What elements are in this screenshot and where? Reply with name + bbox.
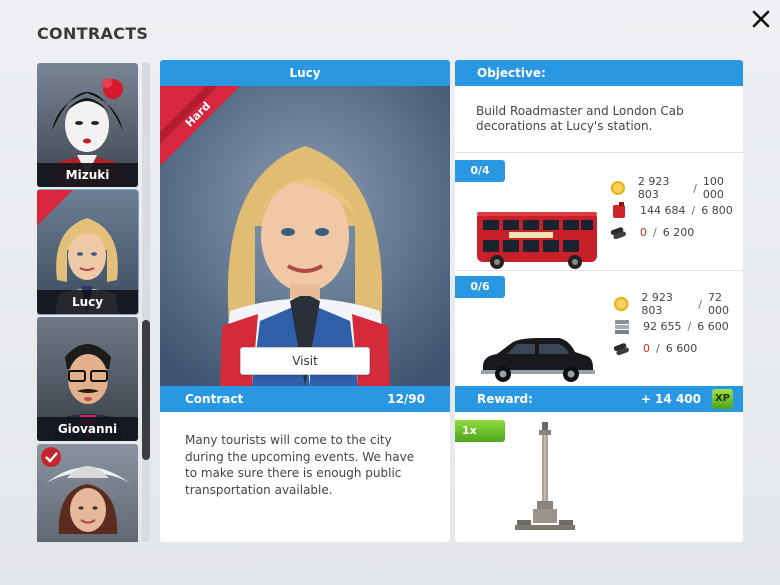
sidebar-scrollbar-track[interactable]	[142, 62, 150, 542]
reward-bar: Reward: + 14 400 XP	[455, 386, 743, 412]
resource-current: 0	[640, 225, 647, 239]
resource-current: 144 684	[640, 203, 686, 217]
character-card-lucy[interactable]: Lucy	[37, 189, 139, 315]
resource-required: 6 800	[701, 203, 733, 217]
column-monument-icon	[515, 422, 575, 530]
contract-progress-bar: Contract 12/90	[160, 386, 450, 412]
coin-icon	[610, 180, 625, 196]
fuel-canister-icon	[613, 202, 625, 218]
objective-panel: Objective: Build Roadmaster and London C…	[455, 60, 743, 542]
reward-label: Reward:	[477, 392, 533, 406]
resource-row: 2 923 803 / 100 000	[610, 175, 743, 201]
resource-required: 72 000	[708, 291, 729, 317]
character-card-4[interactable]	[37, 444, 138, 542]
resource-required: 6 200	[662, 225, 695, 239]
close-icon	[752, 10, 770, 28]
steel-pipes-icon	[613, 343, 629, 356]
character-panel: Lucy Hard Visit Contract 12/90 Many tour…	[160, 60, 450, 542]
reward-multiplier: 1x	[455, 420, 505, 442]
steel-plates-icon	[615, 320, 629, 334]
double-decker-bus-icon	[477, 212, 597, 269]
contract-label: Contract	[185, 392, 244, 406]
character-name: Giovanni	[37, 417, 138, 441]
contract-progress: 12/90	[387, 392, 425, 406]
objective-header: Objective:	[455, 60, 743, 86]
resource-required: 6 600	[697, 319, 729, 333]
divider	[455, 270, 743, 271]
difficulty-ribbon: Hard	[160, 86, 248, 176]
divider	[455, 152, 743, 153]
resource-current: 2 923 803	[641, 291, 673, 317]
london-cab-icon	[481, 338, 595, 382]
resource-current: 0	[643, 341, 650, 355]
resource-row: 92 655 / 6 600	[613, 317, 729, 335]
window-title: CONTRACTS	[37, 24, 149, 43]
sidebar-scrollbar-thumb[interactable]	[142, 320, 150, 460]
resource-row: 2 923 803 / 72 000	[613, 291, 743, 317]
resource-row: 0 / 6 200	[610, 223, 694, 241]
steel-pipes-icon	[610, 227, 626, 240]
resource-row: 144 684 / 6 800	[610, 201, 733, 219]
resource-row: 0 / 6 600	[613, 339, 697, 357]
resource-required: 100 000	[702, 175, 724, 201]
visit-button[interactable]: Visit	[240, 347, 370, 375]
character-name: Mizuki	[37, 163, 138, 187]
character-card-mizuki[interactable]: Mizuki	[37, 63, 138, 187]
resource-required: 6 600	[665, 341, 698, 355]
character-list: Mizuki Lucy Giovanni	[37, 62, 140, 542]
task-progress-badge: 0/6	[455, 276, 505, 298]
xp-icon: XP	[712, 389, 733, 409]
close-button[interactable]	[750, 8, 772, 30]
resource-current: 2 923 803	[637, 175, 670, 201]
character-panel-header: Lucy	[160, 60, 450, 86]
contract-description: Many tourists will come to the city duri…	[185, 433, 415, 497]
coin-icon	[613, 296, 629, 312]
objective-text: Build Roadmaster and London Cab decorati…	[476, 104, 684, 133]
character-name: Lucy	[37, 290, 138, 314]
resource-current: 92 655	[643, 319, 682, 333]
reward-value: + 14 400	[640, 392, 701, 406]
task-progress-badge: 0/4	[455, 160, 505, 182]
character-4-portrait	[37, 444, 138, 542]
character-card-giovanni[interactable]: Giovanni	[37, 317, 138, 441]
